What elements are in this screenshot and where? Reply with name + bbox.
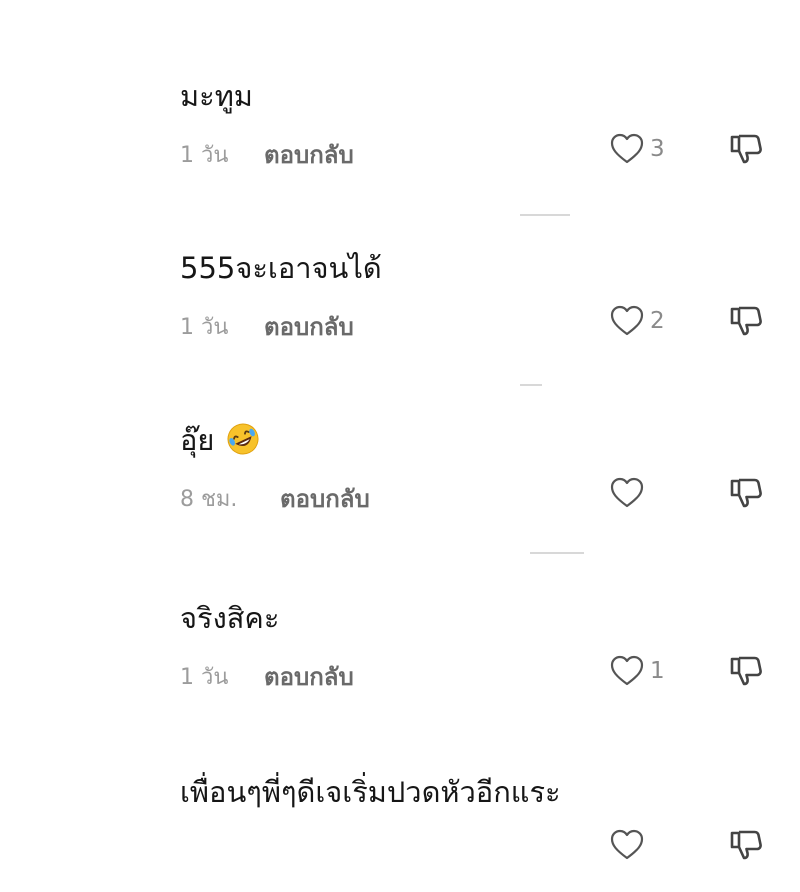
like-button[interactable] (610, 827, 644, 863)
comment-meta (180, 827, 780, 867)
comment-meta: 8 ชม. ตอบกลับ (180, 475, 780, 515)
comment-time: 1 วัน (180, 315, 229, 340)
comment-time: 1 วัน (180, 143, 229, 168)
thumbs-down-icon (728, 306, 766, 343)
comment-meta: 1 วัน ตอบกลับ 2 (180, 303, 780, 343)
like-button[interactable]: 3 (610, 131, 665, 167)
like-count: 1 (650, 658, 665, 684)
like-button[interactable]: 2 (610, 303, 665, 339)
comment-text: อุ๊ย (180, 420, 260, 460)
like-button[interactable]: 1 (610, 653, 665, 689)
dislike-button[interactable] (728, 131, 766, 171)
divider-artifact (530, 552, 584, 554)
heart-outline-icon (610, 305, 644, 337)
comment-text: จริงสิคะ (180, 601, 280, 635)
like-count: 3 (650, 136, 665, 162)
heart-outline-icon (610, 829, 644, 861)
heart-outline-icon (610, 133, 644, 165)
dislike-button[interactable] (728, 827, 766, 867)
dislike-button[interactable] (728, 475, 766, 515)
comment-text: มะทูม (180, 79, 253, 113)
comment-item: จริงสิคะ 1 วัน ตอบกลับ 1 (0, 598, 800, 718)
reply-button[interactable]: ตอบกลับ (264, 307, 354, 346)
dislike-button[interactable] (728, 653, 766, 693)
thumbs-down-icon (728, 134, 766, 171)
divider-artifact (520, 384, 542, 386)
thumbs-down-icon (728, 830, 766, 867)
comment-meta: 1 วัน ตอบกลับ 3 (180, 131, 780, 171)
like-button[interactable] (610, 475, 650, 511)
comment-time: 8 ชม. (180, 487, 238, 512)
comment-item: มะทูม 1 วัน ตอบกลับ 3 (0, 76, 800, 196)
heart-outline-icon (610, 477, 644, 509)
comment-text: 555จะเอาจนได้ (180, 251, 382, 285)
dislike-button[interactable] (728, 303, 766, 343)
thumbs-down-icon (728, 656, 766, 693)
comment-item: อุ๊ย 8 ชม. ตอบกลับ (0, 420, 800, 540)
comment-item: 555จะเอาจนได้ 1 วัน ตอบกลับ 2 (0, 248, 800, 368)
reply-button[interactable]: ตอบกลับ (264, 135, 354, 174)
comment-item: เพื่อนๆพี่ๆดีเจเริ่มปวดหัวอีกแระ (0, 772, 800, 892)
reply-button[interactable]: ตอบกลับ (280, 479, 370, 518)
comment-text: เพื่อนๆพี่ๆดีเจเริ่มปวดหัวอีกแระ (180, 775, 561, 809)
thumbs-down-icon (728, 478, 766, 515)
comment-text-label: อุ๊ย (180, 423, 215, 457)
comment-time: 1 วัน (180, 665, 229, 690)
reply-button[interactable]: ตอบกลับ (264, 657, 354, 696)
rolling-on-floor-laughing-icon (226, 422, 260, 456)
comment-meta: 1 วัน ตอบกลับ 1 (180, 653, 780, 693)
heart-outline-icon (610, 655, 644, 687)
divider-artifact (520, 214, 570, 216)
like-count: 2 (650, 308, 665, 334)
